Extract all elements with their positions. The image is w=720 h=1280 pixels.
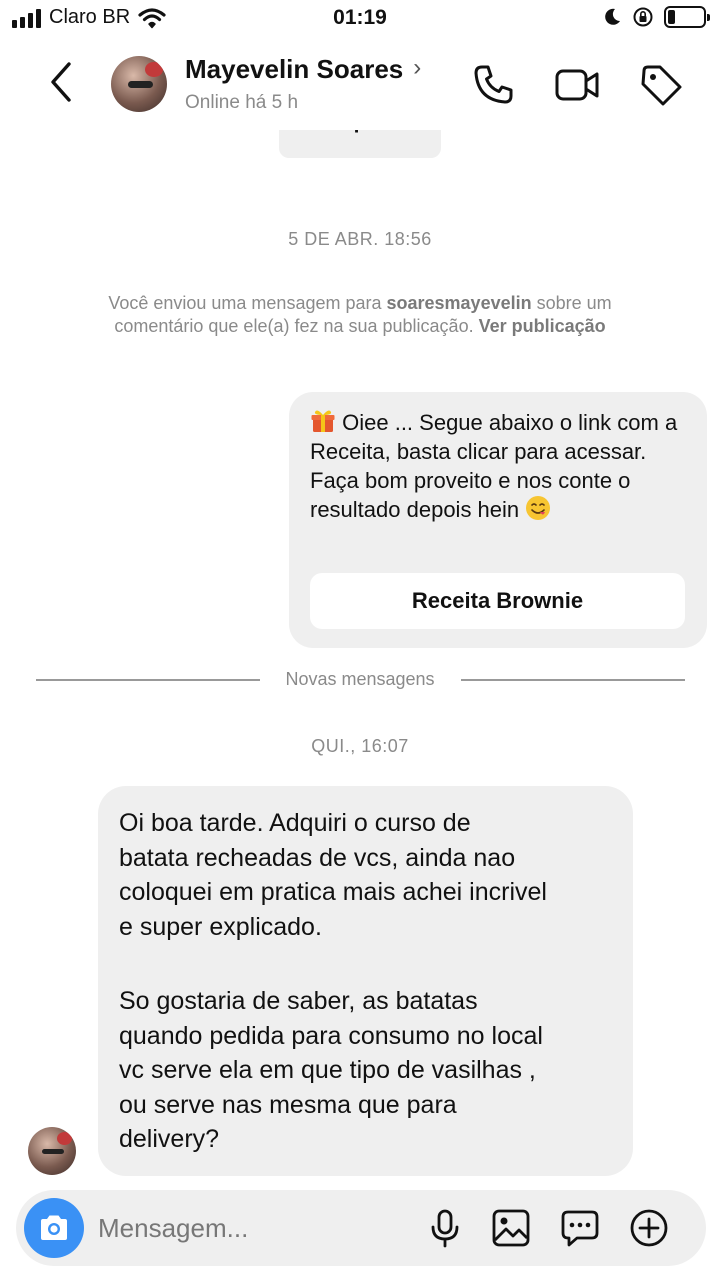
camera-button[interactable] [24,1198,84,1258]
message-input[interactable] [98,1210,398,1246]
contact-name[interactable]: Mayevelin Soares [185,54,403,85]
orientation-lock-icon [633,7,653,27]
incoming-message-paragraph: Oi boa tarde. Adquiri o curso de batata … [119,809,547,941]
chat-header: Mayevelin Soares › Online há 5 h [0,40,720,130]
view-profile-button[interactable]: Ver perfil [279,130,441,158]
moon-icon [605,8,620,25]
incoming-message[interactable]: Oi boa tarde. Adquiri o curso de batata … [98,786,633,1176]
gallery-icon[interactable] [491,1208,531,1248]
sticker-chat-icon[interactable] [560,1208,600,1248]
recipe-link-button[interactable]: Receita Brownie [310,573,685,629]
video-call-icon[interactable] [554,62,600,108]
contact-name-row[interactable]: Mayevelin Soares › [185,54,421,85]
view-post-link[interactable]: Ver publicação [479,316,606,336]
tag-icon[interactable] [638,62,684,108]
presence-status: Online há 5 h [185,92,299,113]
back-arrow-icon[interactable] [40,60,84,104]
timestamp: QUI., 16:07 [311,736,409,756]
chevron-right-icon: › [413,53,422,81]
outgoing-message[interactable]: Oiee ... Segue abaixo o link com a Recei… [289,392,707,648]
outgoing-text: Oiee ... Segue abaixo o link com a Recei… [310,410,678,522]
system-note: Você enviou uma mensagem para soaresmaye… [80,292,640,338]
add-plus-icon[interactable] [629,1208,669,1248]
message-composer [16,1190,706,1266]
sender-avatar[interactable] [28,1127,76,1175]
status-bar: Claro BR 01:19 [0,0,720,40]
incoming-message-paragraph: So gostaria de saber, as batatas quando … [119,987,543,1153]
outgoing-message-text: Oiee ... Segue abaixo o link com a Recei… [310,408,687,524]
camera-icon [41,1215,67,1240]
phone-call-icon[interactable] [470,62,516,108]
yum-emoji-icon [526,496,551,520]
contact-avatar[interactable] [111,56,167,112]
microphone-icon[interactable] [425,1208,465,1248]
system-note-prefix: Você enviou uma mensagem para [108,293,387,313]
timestamp: 5 DE ABR. 18:56 [288,229,432,249]
divider-line-right [461,679,685,681]
chat-thread[interactable]: Ver perfil 5 DE ABR. 18:56 Você enviou u… [0,130,720,1185]
battery-icon [664,6,710,28]
status-right [602,6,710,28]
gift-emoji-icon [311,410,335,432]
system-note-username[interactable]: soaresmayevelin [387,293,532,313]
